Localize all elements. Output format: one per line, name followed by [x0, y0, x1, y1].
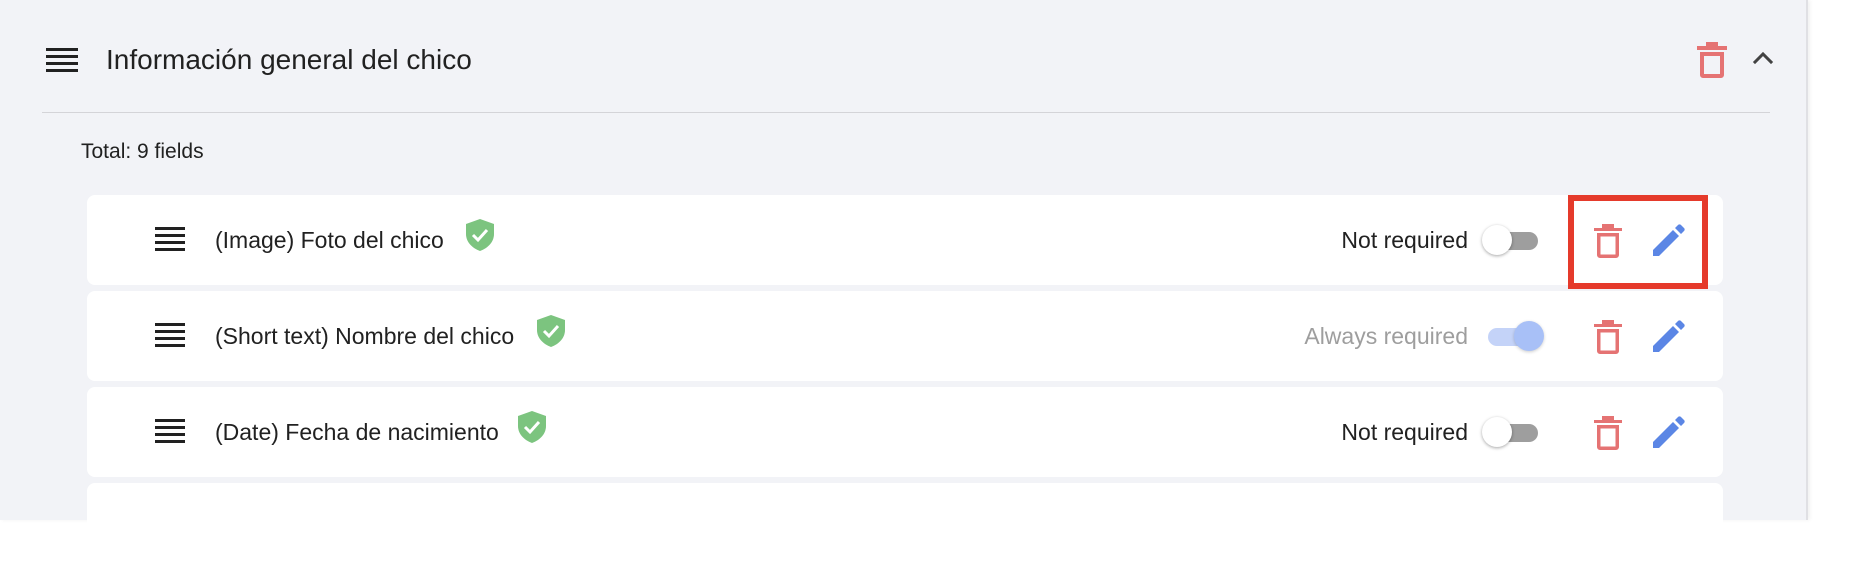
fields-total: Total: 9 fields	[81, 140, 204, 163]
trash-icon[interactable]	[1594, 416, 1622, 450]
trash-icon[interactable]	[1594, 320, 1622, 354]
toggle-thumb	[1482, 417, 1512, 447]
section-header[interactable]: Información general del chico	[0, 0, 1806, 112]
section-panel: Información general del chico Total: 9 f…	[0, 0, 1808, 573]
highlight-box	[1568, 195, 1708, 289]
requirement-label: Not required	[1341, 227, 1468, 253]
drag-handle-icon[interactable]	[155, 419, 185, 443]
toggle-thumb	[1514, 321, 1544, 351]
field-label: (Short text) Nombre del chico	[215, 323, 515, 349]
requirement-label: Always required	[1304, 323, 1468, 349]
required-toggle	[1482, 320, 1544, 352]
required-toggle[interactable]	[1482, 416, 1544, 448]
pencil-icon[interactable]	[1651, 416, 1685, 450]
drag-handle-icon[interactable]	[155, 323, 185, 347]
drag-handle-icon[interactable]	[155, 227, 185, 251]
field-row[interactable]: (Short text) Nombre del chico Always req…	[87, 291, 1723, 381]
field-label: (Image) Foto del chico	[215, 227, 444, 253]
shield-check-icon	[518, 411, 546, 443]
chevron-up-icon[interactable]	[1749, 44, 1777, 72]
field-label: (Date) Fecha de nacimiento	[215, 419, 499, 445]
toggle-thumb	[1482, 225, 1512, 255]
shield-check-icon	[537, 315, 565, 347]
drag-handle-icon[interactable]	[46, 48, 78, 72]
pencil-icon[interactable]	[1651, 320, 1685, 354]
required-toggle[interactable]	[1482, 224, 1544, 256]
shield-check-icon	[466, 219, 494, 251]
section-delete-icon[interactable]	[1697, 42, 1727, 78]
section-title: Información general del chico	[106, 44, 472, 75]
header-divider	[42, 112, 1770, 113]
field-row[interactable]: (Date) Fecha de nacimiento Not required	[87, 387, 1723, 477]
field-row[interactable]: (Image) Foto del chico Not required	[87, 195, 1723, 285]
requirement-label: Not required	[1341, 419, 1468, 445]
field-row[interactable]	[87, 483, 1723, 573]
